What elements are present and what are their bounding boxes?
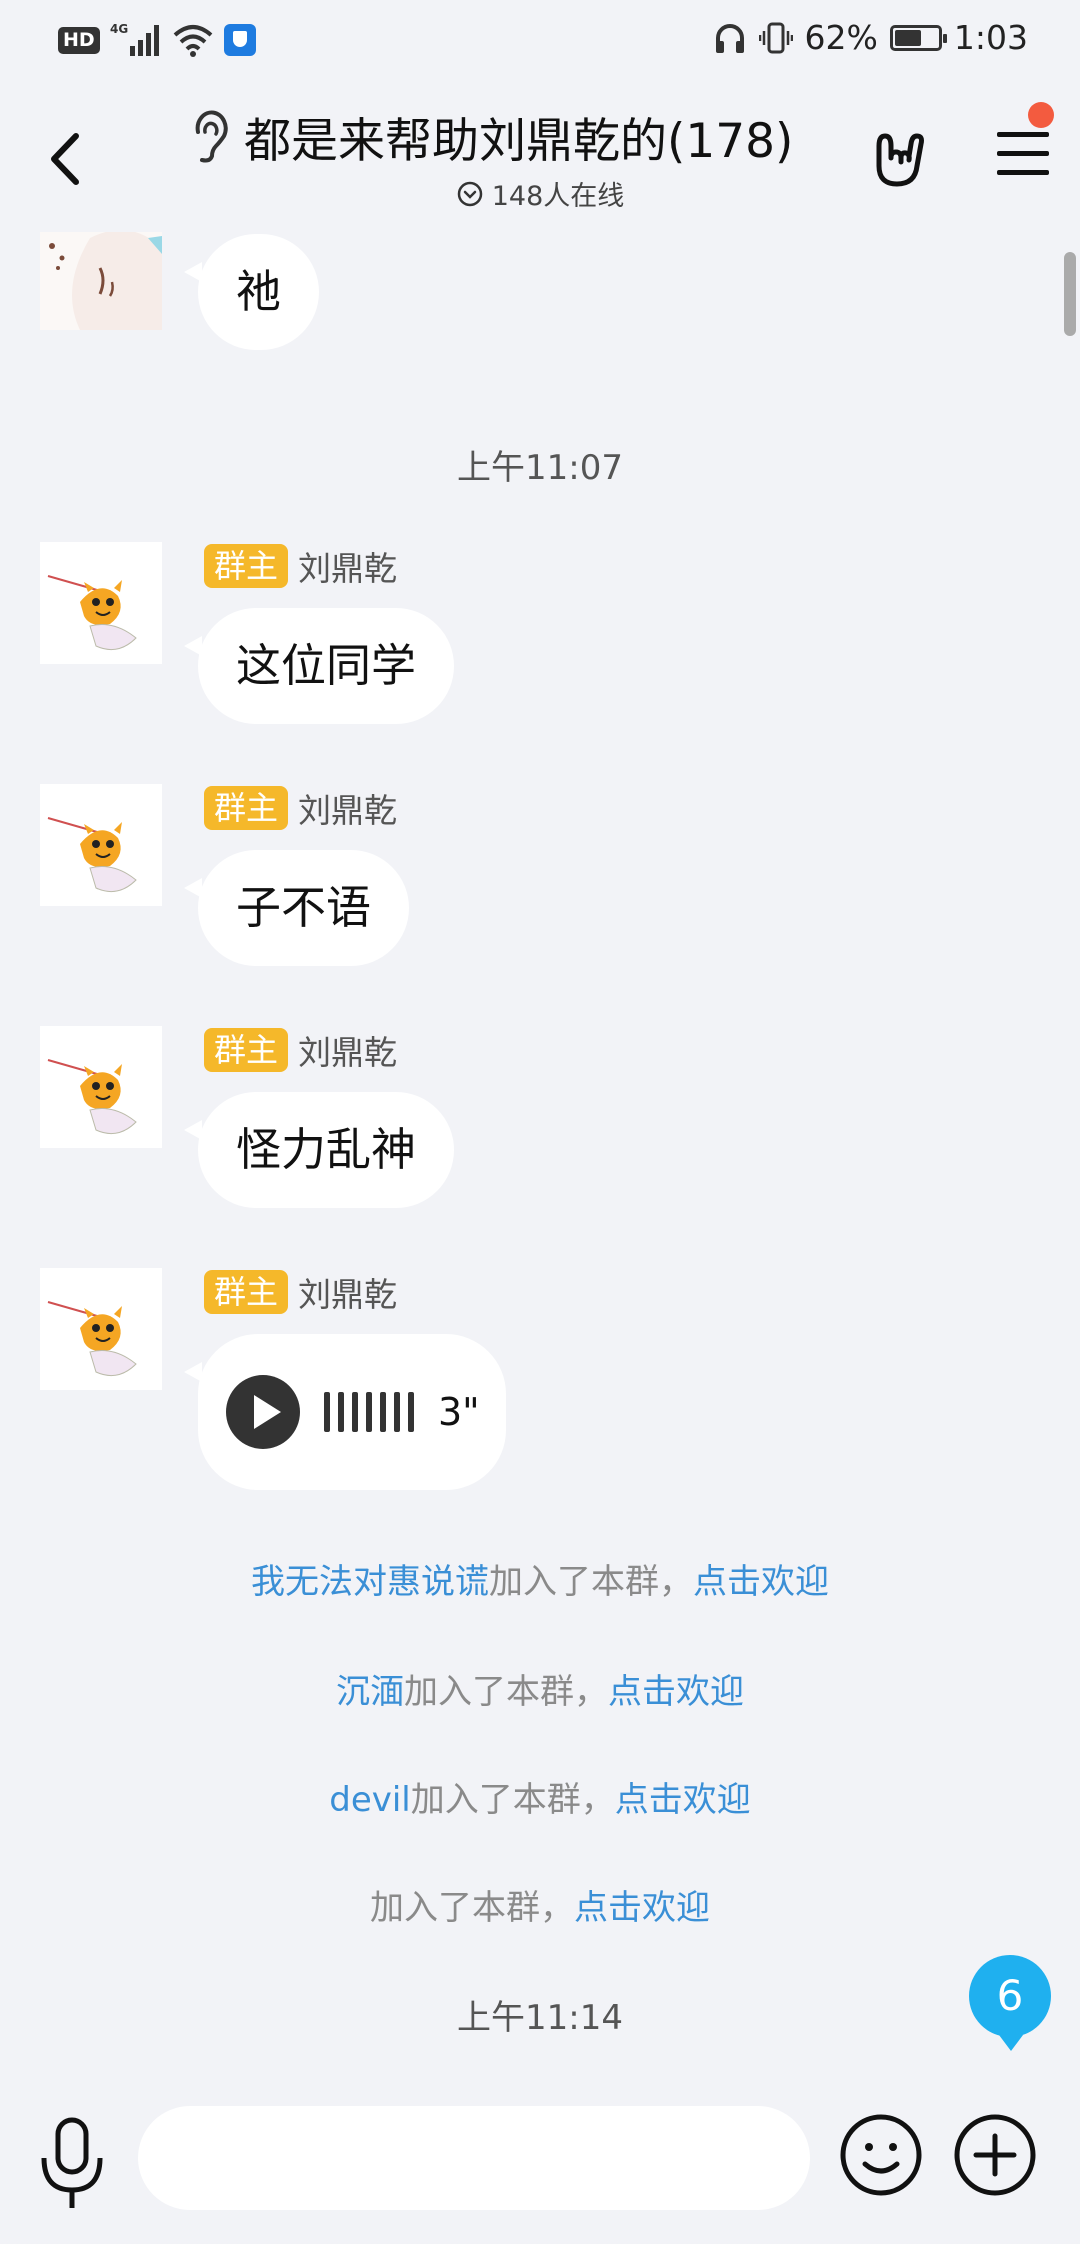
join-text: 加入了本群， [370,1888,574,1928]
menu-button[interactable] [995,128,1051,180]
avatar[interactable] [40,232,162,330]
avatar[interactable] [40,784,162,906]
hand-gesture-icon[interactable] [865,122,929,192]
svg-text:4G: 4G [110,22,128,36]
sender-line: 群主 刘鼎乾 [204,542,397,590]
timestamp: 上午11:07 [457,448,623,488]
input-bar [0,2092,1080,2244]
microphone-icon[interactable] [30,2114,114,2214]
member-name-link[interactable]: devil [329,1780,411,1820]
owner-badge: 群主 [204,1028,289,1072]
welcome-link[interactable]: 点击欢迎 [574,1888,710,1928]
play-icon[interactable] [226,1375,300,1449]
cartoon-avatar-image [40,232,162,330]
waveform-icon [324,1392,414,1432]
timestamp: 上午11:14 [457,1998,623,2038]
add-icon[interactable] [952,2112,1038,2198]
sender-name[interactable]: 刘鼎乾 [298,784,397,832]
group-title: 都是来帮助刘鼎乾的(178) [244,114,794,169]
join-notice: devil加入了本群，点击欢迎 [0,1772,1080,1821]
join-notice: 沉湎加入了本群，点击欢迎 [0,1664,1080,1713]
sender-line: 群主 刘鼎乾 [204,784,397,832]
message-list[interactable]: 祂 上午11:07 群主 刘鼎乾 这位同学 群主 刘鼎乾 子不语 群主 刘鼎乾 … [0,232,1080,2092]
unread-count-badge[interactable]: 6 [969,1955,1051,2051]
join-text: 加入了本群， [489,1562,693,1602]
scrollbar-thumb[interactable] [1064,252,1076,336]
wifi-icon [173,25,213,57]
cartoon-avatar-image [40,784,162,906]
join-text: 加入了本群， [404,1672,608,1712]
sender-line: 群主 刘鼎乾 [204,1268,397,1316]
sender-name[interactable]: 刘鼎乾 [298,1026,397,1074]
emoji-icon[interactable] [838,2112,924,2198]
message-text: 祂 [236,265,282,318]
avatar[interactable] [40,1026,162,1148]
owner-badge: 群主 [204,786,289,830]
cartoon-avatar-image [40,542,162,664]
cartoon-avatar-image [40,1026,162,1148]
member-name-link[interactable]: 我无法对惠说谎 [251,1562,489,1602]
message-bubble[interactable]: 子不语 [183,850,410,966]
title-area[interactable]: 都是来帮助刘鼎乾的(178) [190,102,793,171]
sender-name[interactable]: 刘鼎乾 [298,1268,397,1316]
avatar[interactable] [40,542,162,664]
owner-badge: 群主 [204,1270,289,1314]
avatar[interactable] [40,1268,162,1390]
status-bar: HD 4G 62% 1:03 [0,0,1080,82]
chevron-down-circle-icon [457,181,482,206]
message-input[interactable] [138,2106,810,2210]
ear-icon[interactable] [190,109,230,164]
owner-badge: 群主 [204,544,289,588]
join-notice: 加入了本群，点击欢迎 [0,1880,1080,1929]
join-text: 加入了本群， [410,1780,615,1820]
welcome-link[interactable]: 点击欢迎 [693,1562,829,1602]
vibrate-icon [758,22,793,53]
welcome-link[interactable]: 点击欢迎 [615,1780,751,1820]
notification-dot [1028,102,1054,128]
hd-indicator: HD [58,26,100,54]
message-bubble[interactable]: 祂 [183,234,320,350]
headphones-icon [715,23,744,53]
battery-percent: 62% [804,18,878,57]
signal-icon: 4G [110,22,159,56]
online-count: 148人在线 [491,181,625,212]
battery-icon [889,24,947,51]
chat-header: 都是来帮助刘鼎乾的(178) 148人在线 [0,82,1080,232]
member-name-link[interactable]: 沉湎 [336,1672,404,1712]
cartoon-avatar-image [40,1268,162,1390]
battery-fill [894,29,921,46]
welcome-link[interactable]: 点击欢迎 [608,1672,744,1712]
message-text: 子不语 [236,881,372,934]
sender-name[interactable]: 刘鼎乾 [298,542,397,590]
message-text: 这位同学 [236,639,417,692]
sender-line: 群主 刘鼎乾 [204,1026,397,1074]
message-bubble[interactable]: 这位同学 [183,608,455,724]
message-bubble[interactable]: 怪力乱神 [183,1092,455,1208]
clock: 1:03 [953,18,1028,57]
join-notice: 我无法对惠说谎加入了本群，点击欢迎 [0,1554,1080,1603]
security-shield-icon [223,24,256,56]
voice-duration: 3" [438,1390,480,1434]
message-text: 怪力乱神 [236,1123,417,1176]
voice-message-bubble[interactable]: 3" [184,1334,506,1490]
